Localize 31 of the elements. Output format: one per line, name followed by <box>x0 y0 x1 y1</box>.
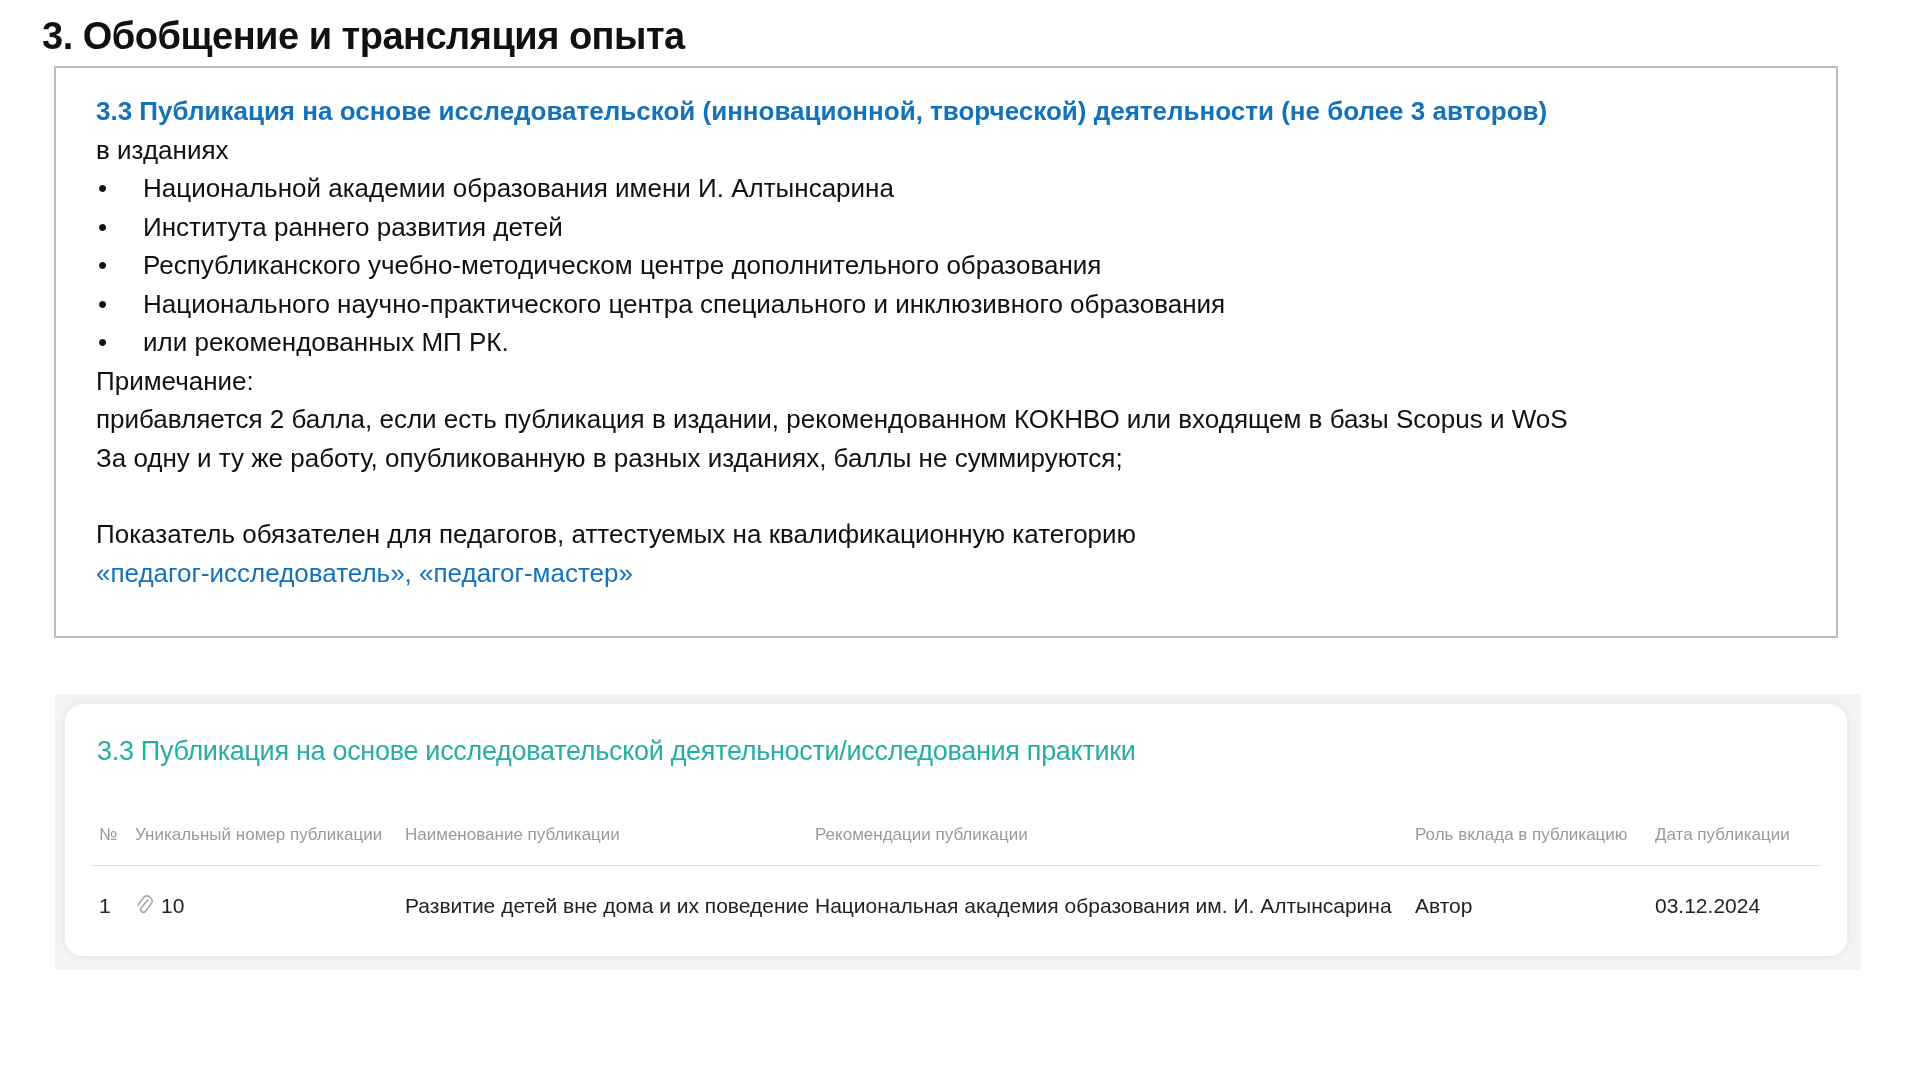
note-label: Примечание: <box>96 364 254 398</box>
column-header: № <box>91 805 127 866</box>
column-header: Уникальный номер публикации <box>127 805 397 866</box>
intro-text: в изданиях <box>96 133 229 167</box>
slide-title: 3. Обобщение и трансляция опыта <box>42 14 685 58</box>
note-text: прибавляется 2 балла, если есть публикация в издании, рекомендованном КОКНВО или входящем в базы Scopus и WoS <box>96 403 1568 436</box>
bullet-marker: • <box>97 326 109 359</box>
table-cell: 10 <box>161 894 185 918</box>
category-text: «педагог-исследователь», «педагог-мастер» <box>96 556 633 590</box>
table-cell: Национальная академия образования им. И. Алтынсарина <box>807 865 1407 936</box>
note-text: За одну и ту же работу, опубликованную в разных изданиях, баллы не суммируются; <box>96 441 1123 475</box>
column-header: Роль вклада в публикацию <box>1407 805 1647 866</box>
column-header: Рекомендации публикации <box>807 805 1407 866</box>
table-cell: Автор <box>1407 865 1647 936</box>
table-cell: 1 <box>91 865 127 936</box>
table-cell: 03.12.2024 <box>1647 865 1821 936</box>
column-header: Наименование публикации <box>397 805 807 866</box>
bullet-text: Национальной академии образования имени И. Алтынсарина <box>143 172 894 205</box>
column-header: Дата публикации <box>1647 805 1821 866</box>
requirement-text: Показатель обязателен для педагогов, аттестуемых на квалификационную категорию <box>96 518 1137 551</box>
bullet-text: или рекомендованных МП РК. <box>143 326 509 359</box>
bullet-marker: • <box>97 210 109 244</box>
criteria-heading: 3.3 Публикация на основе исследовательской (инновационной, творческой) деятельности (не более 3 авторов) <box>96 95 1548 128</box>
bullet-text: Республиканского учебно-методическом центре дополнительного образования <box>143 249 1102 282</box>
bullet-text: Института раннего развития детей <box>143 210 563 244</box>
bullet-marker: • <box>97 249 109 282</box>
bullet-marker: • <box>97 172 109 205</box>
table-cell: Развитие детей вне дома и их поведение <box>397 865 807 936</box>
bullet-text: Национального научно-практического центра специального и инклюзивного образования <box>143 287 1226 321</box>
bullet-marker: • <box>97 287 109 321</box>
table-title: 3.3 Публикация на основе исследовательской деятельности/исследования практики <box>97 736 1136 767</box>
